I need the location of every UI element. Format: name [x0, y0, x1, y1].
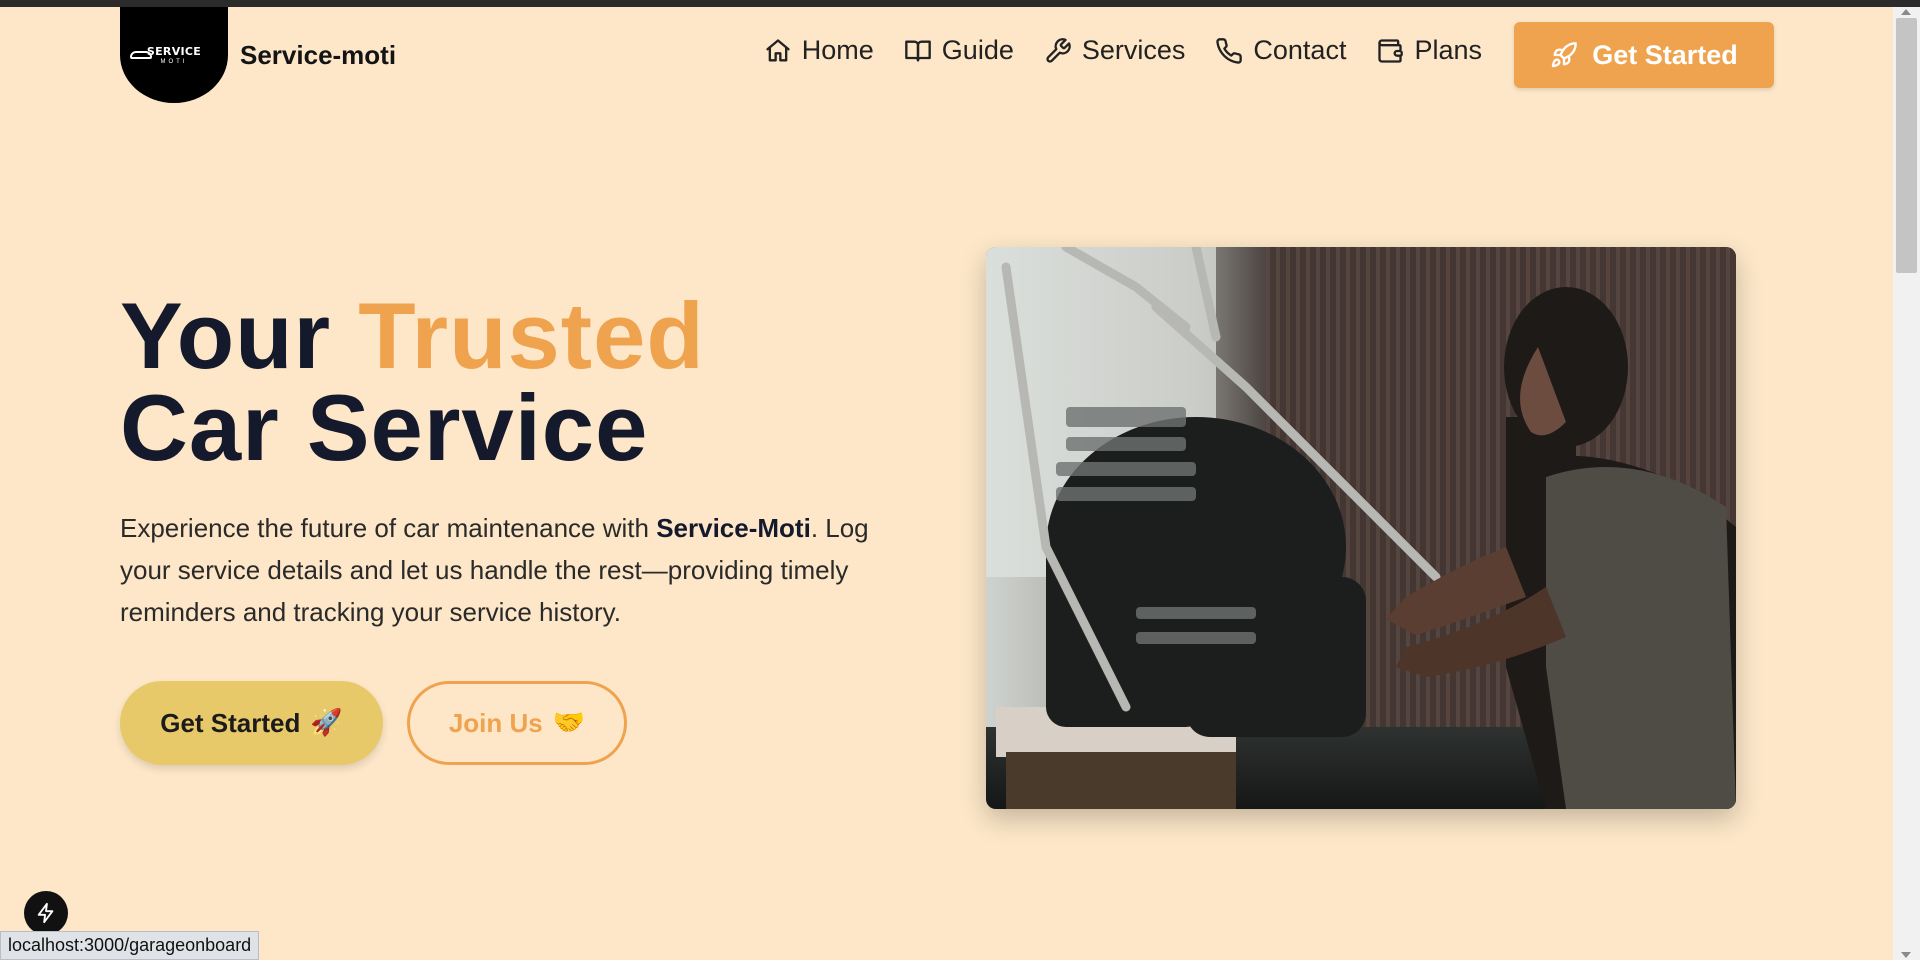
- nav-item-plans[interactable]: Plans: [1376, 35, 1482, 66]
- nav-item-services[interactable]: Services: [1044, 35, 1186, 66]
- hero-desc-part1: Experience the future of car maintenance…: [120, 513, 649, 543]
- book-icon: [904, 40, 931, 61]
- handshake-emoji-icon: 🤝: [552, 708, 586, 738]
- rocket-emoji-icon: 🚀: [310, 708, 343, 738]
- dev-tools-badge[interactable]: [24, 891, 68, 935]
- nav-item-label: Plans: [1414, 35, 1482, 65]
- status-bar-url: localhost:3000/garageonboard: [0, 931, 260, 960]
- mechanic-motorcycle-photo: [986, 247, 1736, 809]
- page-scrollbar[interactable]: [1893, 7, 1920, 960]
- scrollbar-thumb[interactable]: [1896, 18, 1917, 273]
- home-icon: [766, 38, 790, 61]
- lightning-icon: [37, 902, 54, 924]
- wallet-icon: [1378, 38, 1404, 63]
- car-icon: [130, 51, 152, 59]
- nav-item-guide[interactable]: Guide: [904, 35, 1014, 66]
- logo[interactable]: SERVICE MOTI: [120, 7, 228, 103]
- scroll-down-arrow-icon[interactable]: [1901, 952, 1911, 958]
- hero-description: Experience the future of car maintenance…: [120, 507, 920, 633]
- wrench-icon: [1046, 37, 1071, 63]
- hero-get-started-label: Get Started: [160, 707, 301, 738]
- rocket-icon: [1551, 42, 1578, 68]
- nav-item-home[interactable]: Home: [764, 35, 874, 66]
- hero-title: Your Trusted Car Service: [120, 289, 705, 475]
- navbar: SERVICE MOTI Service-moti Home Guide Ser…: [120, 7, 1774, 103]
- scroll-up-arrow-icon[interactable]: [1901, 9, 1911, 15]
- hero-join-us-button[interactable]: Join Us 🤝: [407, 681, 627, 765]
- nav-item-label: Guide: [941, 35, 1014, 65]
- logo-text: SERVICE: [146, 45, 202, 58]
- hero-image: [986, 247, 1736, 809]
- hero-desc-brand: Service-Moti: [656, 513, 811, 543]
- nav-get-started-button[interactable]: Get Started: [1514, 22, 1774, 88]
- phone-icon: [1216, 37, 1243, 64]
- nav-item-label: Home: [801, 35, 874, 65]
- hero-get-started-button[interactable]: Get Started 🚀: [120, 681, 383, 765]
- browser-top-strip: [0, 0, 1920, 7]
- brand-name[interactable]: Service-moti: [240, 40, 396, 71]
- hero-join-us-label: Join Us: [448, 707, 543, 738]
- logo-subtext: MOTI: [160, 59, 188, 65]
- nav-cta-label: Get Started: [1592, 39, 1738, 70]
- nav-links: Home Guide Services Contact Plans: [764, 35, 1482, 66]
- nav-item-contact[interactable]: Contact: [1215, 35, 1346, 66]
- nav-item-label: Contact: [1253, 35, 1347, 65]
- hero-title-prefix: Your: [120, 283, 332, 388]
- hero-title-accent: Trusted: [358, 283, 705, 388]
- hero-title-line2: Car Service: [120, 375, 649, 480]
- nav-item-label: Services: [1081, 35, 1186, 65]
